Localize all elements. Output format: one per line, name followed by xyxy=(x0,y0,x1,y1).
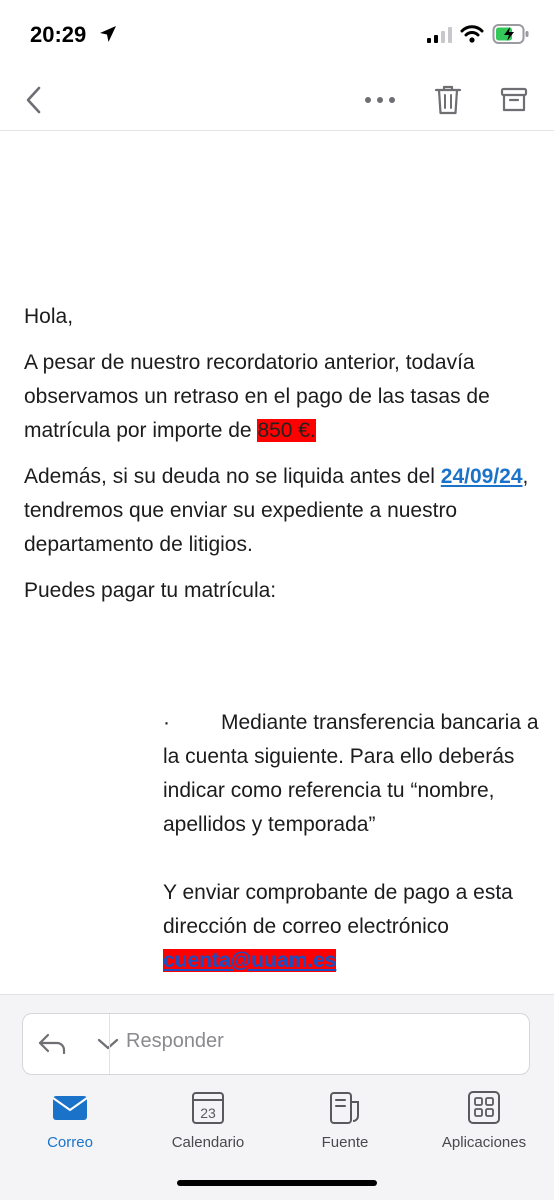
deadline-text-before: Además, si su deuda no se liquida antes … xyxy=(24,465,441,488)
status-time: 20:29 xyxy=(30,22,87,47)
back-chevron-icon xyxy=(26,86,41,114)
chevron-down-icon[interactable] xyxy=(97,1036,119,1052)
reply-divider xyxy=(109,1014,110,1074)
paragraph-reminder: A pesar de nuestro recordatorio anterior… xyxy=(24,346,534,448)
feed-icon xyxy=(330,1092,359,1124)
nav-item-calendario[interactable]: 23 Calendario xyxy=(148,1090,268,1160)
payment-instructions: · Mediante transferencia bancaria a la cu… xyxy=(163,706,543,978)
status-bar: 20:29 xyxy=(0,0,554,70)
nav-item-correo[interactable]: Correo xyxy=(10,1090,130,1160)
calendar-day: 23 xyxy=(200,1105,216,1121)
bottom-nav: Correo 23 Calendario Fuente Aplicaciones xyxy=(0,1084,554,1200)
archive-icon xyxy=(500,87,528,112)
home-indicator[interactable] xyxy=(177,1180,377,1186)
paragraph-payment-intro: Puedes pagar tu matrícula: xyxy=(24,579,277,602)
battery-charging-icon xyxy=(492,24,529,44)
email-body: Hola, A pesar de nuestro recordatorio an… xyxy=(24,300,534,620)
reply-icon[interactable] xyxy=(37,1031,67,1057)
greeting: Hola, xyxy=(24,305,74,328)
message-toolbar xyxy=(0,70,554,131)
reply-box[interactable]: Responder xyxy=(22,1013,530,1075)
nav-label-calendario: Calendario xyxy=(171,1134,245,1151)
cellular-signal-icon xyxy=(427,27,452,43)
paragraph-deadline: Además, si su deuda no se liquida antes … xyxy=(24,460,534,562)
more-options-button[interactable] xyxy=(360,80,400,120)
reply-input[interactable]: Responder xyxy=(126,1030,224,1053)
nav-label-aplicaciones: Aplicaciones xyxy=(441,1134,527,1151)
email-link[interactable]: cuenta@uuam.es xyxy=(163,949,337,972)
more-icon xyxy=(365,97,395,103)
nav-label-correo: Correo xyxy=(47,1134,93,1151)
nav-item-fuente[interactable]: Fuente xyxy=(285,1090,405,1160)
location-arrow-icon xyxy=(100,26,116,42)
bullet-item: · Mediante transferencia bancaria a la cu… xyxy=(163,706,543,842)
archive-button[interactable] xyxy=(494,80,534,120)
delete-button[interactable] xyxy=(428,80,468,120)
send-receipt-text: Y enviar comprobante de pago a esta dire… xyxy=(163,876,543,978)
apps-icon xyxy=(468,1091,500,1124)
bullet-dot: · xyxy=(163,711,170,734)
amount-highlight: 850 €. xyxy=(257,419,316,442)
date-link[interactable]: 24/09/24 xyxy=(441,465,523,488)
send-text: Y enviar comprobante de pago a esta dire… xyxy=(163,881,513,938)
nav-label-fuente: Fuente xyxy=(321,1134,369,1151)
mail-icon xyxy=(52,1096,88,1120)
reply-bar: Responder xyxy=(0,994,554,1085)
wifi-icon xyxy=(460,25,484,43)
calendar-icon: 23 xyxy=(192,1092,224,1124)
trash-icon xyxy=(434,85,462,115)
nav-item-aplicaciones[interactable]: Aplicaciones xyxy=(424,1090,544,1160)
back-button[interactable] xyxy=(14,80,54,120)
